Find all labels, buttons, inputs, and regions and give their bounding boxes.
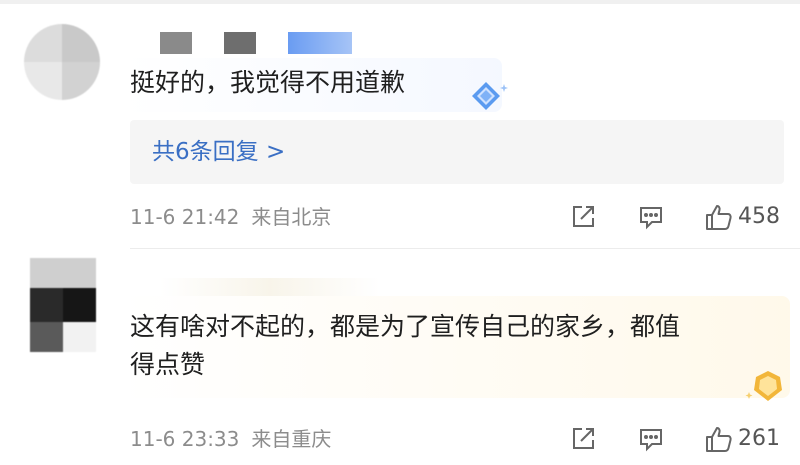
comment-date: 11-6 23:33	[130, 427, 240, 451]
comment-icon[interactable]	[634, 422, 668, 456]
share-icon[interactable]	[566, 200, 600, 234]
comment-meta: 11-6 23:33 来自重庆	[130, 424, 331, 454]
comment-actions: 261	[566, 422, 780, 456]
like-count: 458	[738, 204, 780, 229]
comment-actions: 458	[566, 200, 780, 234]
comment-icon[interactable]	[634, 200, 668, 234]
badge-icon	[462, 76, 510, 116]
comment-location: 来自重庆	[251, 427, 332, 451]
like-count: 261	[738, 426, 780, 451]
like-icon[interactable]	[702, 422, 736, 456]
comment-text: 这有啥对不起的，都是为了宣传自己的家乡，都值 得点赞	[130, 312, 681, 379]
comment-location: 来自北京	[251, 205, 332, 229]
share-icon[interactable]	[566, 422, 600, 456]
comment-date: 11-6 21:42	[130, 205, 240, 229]
view-replies-link[interactable]: 共6条回复 >	[152, 133, 285, 171]
like-icon[interactable]	[702, 200, 736, 234]
badge-icon	[744, 366, 792, 406]
avatar[interactable]	[24, 24, 100, 100]
comment-item: 挺好的，我觉得不用道歉 共6条回复 > 11-6 21:42 来自北京 458	[0, 0, 800, 250]
comment-text: 挺好的，我觉得不用道歉	[130, 68, 406, 97]
comment-meta: 11-6 21:42 来自北京	[130, 202, 331, 232]
avatar[interactable]	[30, 258, 96, 352]
replies-panel[interactable]: 共6条回复 >	[130, 120, 784, 184]
username-redacted[interactable]	[160, 278, 380, 296]
comment-divider	[130, 248, 800, 249]
